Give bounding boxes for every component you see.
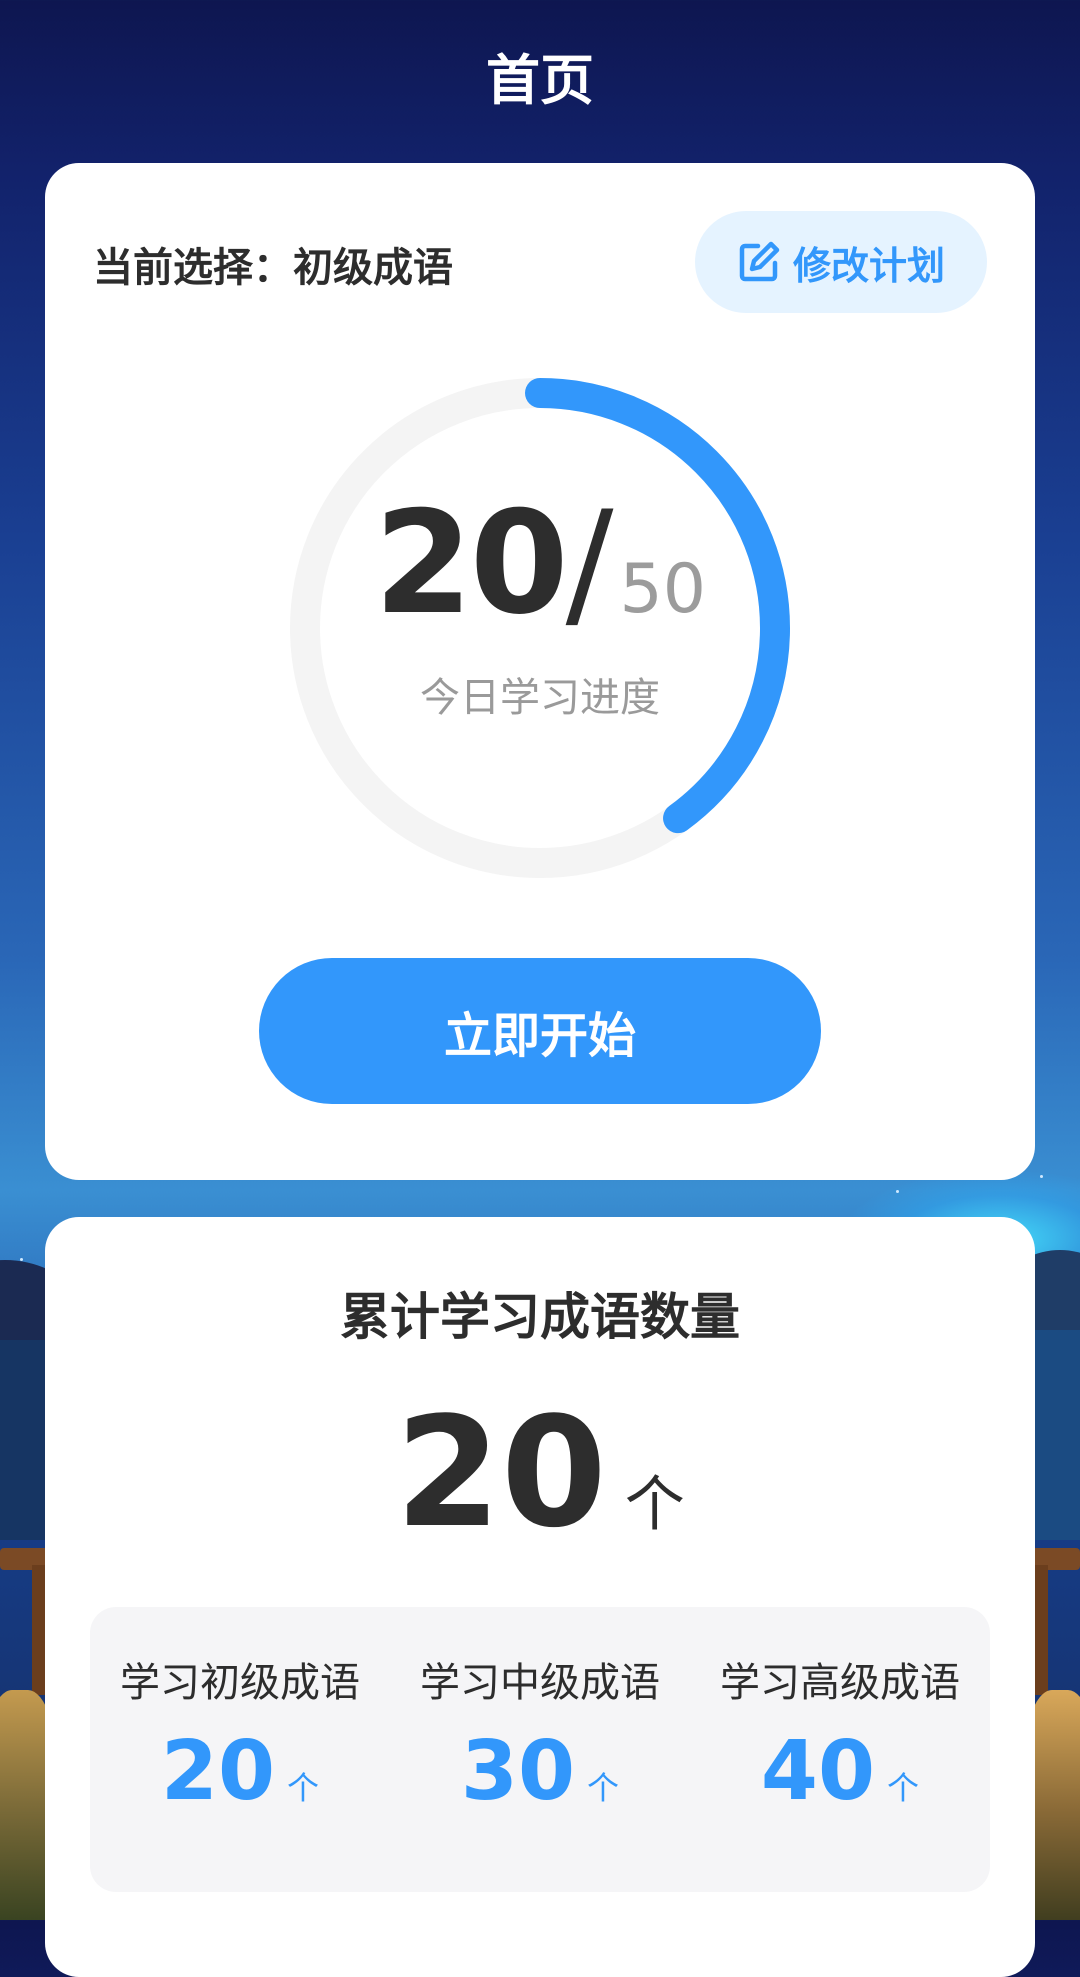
level-unit: 个 — [887, 1769, 920, 1807]
level-item-intermediate: 学习中级成语 30 个 — [390, 1607, 690, 1892]
progress-count: 20/50 — [290, 493, 790, 635]
current-selection-label: 当前选择： — [93, 245, 293, 291]
left-fence-post — [32, 1565, 46, 1695]
level-unit: 个 — [287, 1769, 320, 1807]
level-value: 30 — [460, 1724, 576, 1819]
current-selection-value: 初级成语 — [293, 245, 453, 291]
start-now-button-label: 立即开始 — [443, 1008, 636, 1064]
edit-plan-button[interactable]: 修改计划 — [695, 211, 987, 313]
total-learned-card: 累计学习成语数量 20 个 学习初级成语 20 个 学习中级成语 30 个 学习高级成… — [45, 1217, 1035, 1977]
progress-slash: / — [565, 481, 614, 646]
level-unit: 个 — [587, 1769, 620, 1807]
right-fence-post — [1034, 1565, 1048, 1695]
total-learned-value: 20 — [395, 1384, 607, 1561]
current-selection: 当前选择：初级成语 — [93, 235, 453, 293]
level-label: 学习中级成语 — [420, 1660, 660, 1706]
progress-goal-count: 50 — [619, 550, 706, 629]
star — [20, 1258, 23, 1261]
page-title: 首页 — [486, 49, 594, 112]
level-count: 20 个 — [90, 1731, 390, 1813]
total-learned-title: 累计学习成语数量 — [340, 1288, 740, 1346]
progress-label: 今日学习进度 — [420, 675, 660, 721]
level-breakdown-panel: 学习初级成语 20 个 学习中级成语 30 个 学习高级成语 40 个 — [90, 1607, 990, 1892]
level-label: 学习高级成语 — [720, 1660, 960, 1706]
level-label: 学习初级成语 — [120, 1660, 360, 1706]
edit-icon — [737, 240, 781, 284]
start-now-button[interactable]: 立即开始 — [259, 958, 821, 1104]
star — [896, 1190, 899, 1193]
level-value: 40 — [760, 1724, 876, 1819]
total-learned-count: 20 个 — [45, 1397, 1035, 1549]
level-item-beginner: 学习初级成语 20 个 — [90, 1607, 390, 1892]
edit-plan-button-label: 修改计划 — [792, 243, 945, 288]
total-learned-unit: 个 — [624, 1470, 685, 1540]
level-item-advanced: 学习高级成语 40 个 — [690, 1607, 990, 1892]
level-count: 30 个 — [390, 1731, 690, 1813]
level-value: 20 — [160, 1724, 276, 1819]
daily-progress-ring: 20/50 今日学习进度 — [290, 378, 790, 878]
study-plan-card: 当前选择：初级成语 修改计划 20/50 今日学习进度 立即开始 — [45, 163, 1035, 1180]
star — [1040, 1175, 1043, 1178]
progress-done-count: 20 — [374, 481, 569, 646]
level-count: 40 个 — [690, 1731, 990, 1813]
